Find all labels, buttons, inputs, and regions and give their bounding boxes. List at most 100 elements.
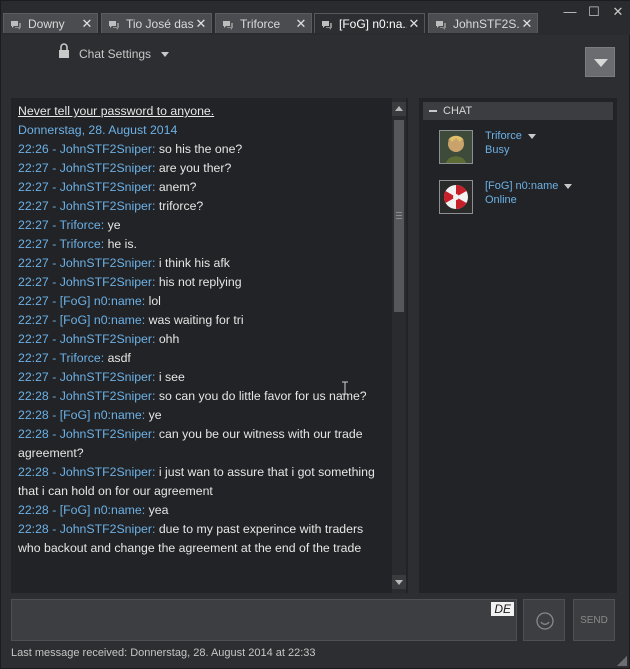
message-separator: - — [48, 142, 60, 156]
message-timestamp: 22:26 — [18, 142, 49, 156]
tab-close-icon[interactable]: ✕ — [520, 16, 534, 32]
message-sender[interactable]: JohnSTF2Sniper — [60, 389, 152, 403]
chat-scrollbar[interactable] — [392, 98, 406, 593]
tab-close-icon[interactable]: ✕ — [194, 16, 208, 32]
message-colon: : — [141, 294, 149, 308]
message-sender[interactable]: [FoG] n0:name — [60, 503, 142, 517]
message-sender[interactable]: JohnSTF2Sniper — [60, 275, 152, 289]
message-sender[interactable]: JohnSTF2Sniper — [60, 161, 152, 175]
message-sender[interactable]: [FoG] n0:name — [60, 313, 142, 327]
message-colon: : — [100, 218, 108, 232]
tab-triforce[interactable]: Triforce ✕ — [215, 13, 312, 33]
language-badge: DE — [491, 602, 514, 616]
member-name: [FoG] n0:name — [485, 180, 573, 192]
message-text: was waiting for tri — [148, 313, 244, 327]
message-text: yea — [148, 503, 169, 517]
message-timestamp: 22:28 — [18, 503, 49, 517]
chat-bubbles-icon — [435, 19, 447, 30]
message-sender[interactable]: JohnSTF2Sniper — [60, 199, 152, 213]
scrollbar-thumb[interactable] — [394, 120, 404, 312]
chat-date: Donnerstag, 28. August 2014 — [18, 123, 178, 137]
message-timestamp: 22:27 — [18, 180, 49, 194]
message-sender[interactable]: Triforce — [60, 237, 101, 251]
message-sender[interactable]: JohnSTF2Sniper — [60, 427, 152, 441]
tab-close-icon[interactable]: ✕ — [294, 16, 308, 32]
member-status: Busy — [485, 144, 510, 156]
chat-settings-menu[interactable]: Chat Settings — [79, 47, 170, 61]
message-sender[interactable]: Triforce — [60, 351, 101, 365]
message-sender[interactable]: Triforce — [60, 218, 101, 232]
last-message-status: Last message received: Donnerstag, 28. A… — [11, 647, 316, 659]
message-timestamp: 22:27 — [18, 218, 49, 232]
member-triforce[interactable]: Triforce Busy — [437, 128, 613, 166]
message-separator: - — [48, 294, 60, 308]
tab-johnstf2sniper[interactable]: JohnSTF2S... ✕ — [428, 13, 538, 33]
tab-close-icon[interactable]: ✕ — [407, 16, 421, 32]
close-icon[interactable]: ✕ — [611, 5, 625, 19]
tab-fog-n0name[interactable]: [FoG] n0:na... ✕ — [314, 13, 425, 33]
message-sender[interactable]: JohnSTF2Sniper — [60, 522, 152, 536]
message-separator: - — [48, 503, 60, 517]
message-timestamp: 22:28 — [18, 427, 49, 441]
members-header[interactable]: CHAT — [423, 102, 613, 120]
send-button[interactable]: SEND — [573, 599, 615, 641]
password-warning: Never tell your password to anyone. — [18, 104, 215, 118]
scroll-down-icon[interactable] — [392, 575, 406, 589]
tab-downy[interactable]: Downy ✕ — [3, 13, 98, 33]
message-text: i see — [158, 370, 185, 384]
chat-message: 22:28 - JohnSTF2Sniper: can you be our w… — [18, 425, 386, 463]
tab-close-icon[interactable]: ✕ — [80, 16, 94, 32]
members-header-label: CHAT — [443, 105, 473, 117]
message-sender[interactable]: JohnSTF2Sniper — [60, 142, 152, 156]
message-colon: : — [100, 351, 108, 365]
message-sender[interactable]: [FoG] n0:name — [60, 408, 142, 422]
chat-window: Downy ✕ Tio José das... ✕ Triforce ✕ [Fo… — [0, 0, 630, 669]
message-timestamp: 22:27 — [18, 370, 49, 384]
chevron-down-icon[interactable] — [527, 133, 536, 139]
message-text: his not replying — [158, 275, 242, 289]
member-fog-n0name[interactable]: [FoG] n0:name Online — [437, 178, 613, 216]
chat-message: 22:27 - [FoG] n0:name: lol — [18, 292, 386, 311]
chat-message: 22:28 - JohnSTF2Sniper: so can you do li… — [18, 387, 386, 406]
message-text: are you ther? — [158, 161, 232, 175]
chat-message: 22:28 - [FoG] n0:name: ye — [18, 406, 386, 425]
emoticon-button[interactable] — [523, 599, 565, 641]
message-colon: : — [152, 275, 159, 289]
message-text: asdf — [107, 351, 131, 365]
message-text: so can you do little favor for us name? — [158, 389, 367, 403]
avatar — [439, 130, 473, 164]
chat-message: 22:27 - JohnSTF2Sniper: anem? — [18, 178, 386, 197]
tab-tio-jose[interactable]: Tio José das... ✕ — [101, 13, 212, 33]
message-text: ye — [107, 218, 121, 232]
scroll-up-icon[interactable] — [392, 102, 406, 116]
chat-message: 22:27 - JohnSTF2Sniper: i think his afk — [18, 254, 386, 273]
message-timestamp: 22:28 — [18, 465, 49, 479]
message-colon: : — [152, 370, 159, 384]
message-separator: - — [48, 332, 60, 346]
message-sender[interactable]: [FoG] n0:name — [60, 294, 142, 308]
message-text: triforce? — [158, 199, 204, 213]
message-separator: - — [48, 199, 60, 213]
message-timestamp: 22:27 — [18, 161, 49, 175]
chevron-down-icon[interactable] — [564, 183, 573, 189]
chevron-down-icon — [161, 51, 170, 57]
message-sender[interactable]: JohnSTF2Sniper — [60, 256, 152, 270]
options-dropdown-button[interactable] — [585, 47, 615, 77]
message-sender[interactable]: JohnSTF2Sniper — [60, 370, 152, 384]
tab-label: Tio José das... — [126, 16, 194, 31]
message-separator: - — [48, 313, 60, 327]
resize-grip[interactable] — [617, 656, 627, 666]
chat-message: 22:28 - JohnSTF2Sniper: due to my past e… — [18, 520, 386, 558]
message-sender[interactable]: JohnSTF2Sniper — [60, 180, 152, 194]
tab-label: JohnSTF2S... — [453, 16, 520, 31]
message-colon: : — [152, 522, 159, 536]
message-input[interactable]: DE — [11, 599, 517, 641]
maximize-icon[interactable]: ☐ — [587, 5, 601, 19]
message-sender[interactable]: JohnSTF2Sniper — [60, 332, 152, 346]
member-status: Online — [485, 194, 517, 206]
minimize-icon[interactable]: — — [563, 5, 577, 19]
message-colon: : — [141, 313, 149, 327]
message-separator: - — [48, 370, 60, 384]
message-sender[interactable]: JohnSTF2Sniper — [60, 465, 152, 479]
message-colon: : — [152, 161, 159, 175]
